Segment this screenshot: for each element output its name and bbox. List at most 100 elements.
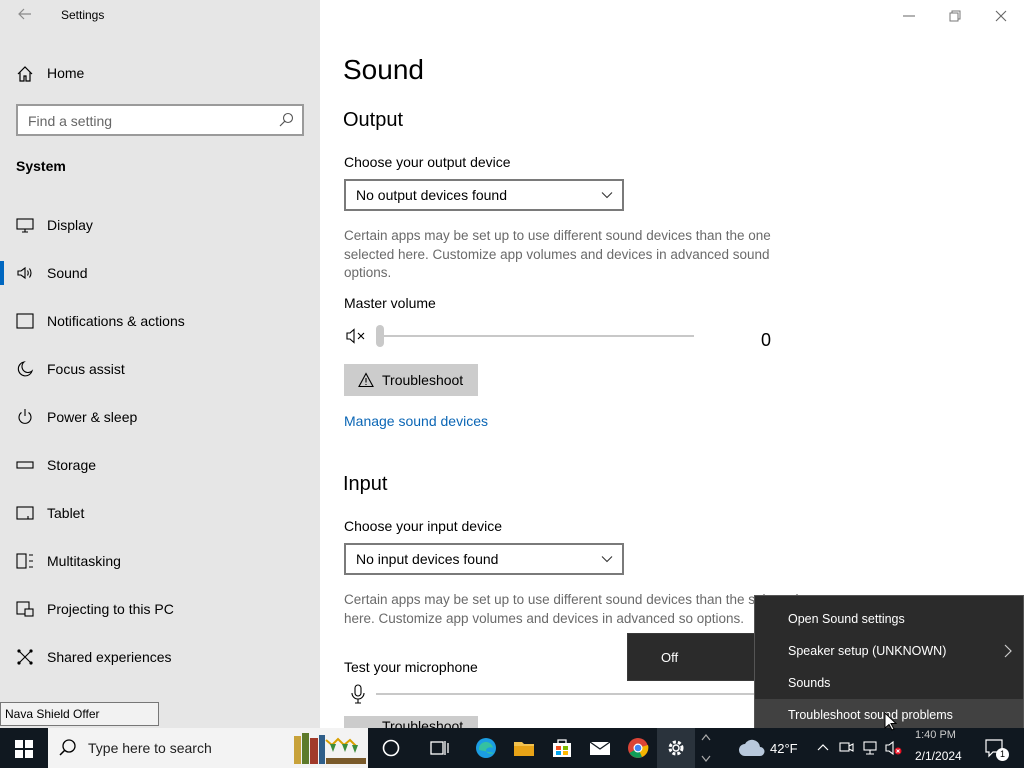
- taskbar-mail[interactable]: [581, 728, 619, 768]
- chevron-down-icon: [601, 192, 613, 199]
- restore-icon: [949, 10, 961, 22]
- taskbar-cortana[interactable]: [372, 728, 410, 768]
- mute-speaker-icon[interactable]: [346, 327, 368, 345]
- microphone-icon: [351, 684, 365, 704]
- restore-button[interactable]: [943, 4, 967, 28]
- taskbar-chrome[interactable]: [619, 728, 657, 768]
- chevron-down-icon: [601, 556, 613, 563]
- menu-item-open-sound-settings[interactable]: Open Sound settings: [755, 603, 1023, 635]
- test-microphone-label: Test your microphone: [344, 659, 478, 675]
- search-icon: [279, 112, 294, 127]
- taskbar-task-view[interactable]: [420, 728, 458, 768]
- multitasking-icon: [16, 553, 33, 569]
- sidebar-item-storage[interactable]: Storage: [0, 443, 320, 487]
- tooltip: Nava Shield Offer: [0, 702, 159, 726]
- overflow-up-icon[interactable]: [700, 730, 712, 766]
- meet-now-icon[interactable]: [838, 740, 854, 756]
- sidebar-item-sound[interactable]: Sound: [0, 251, 320, 295]
- search-placeholder: Find a setting: [28, 113, 113, 129]
- output-description: Certain apps may be set up to use differ…: [344, 228, 771, 280]
- search-input[interactable]: Find a setting: [16, 104, 304, 136]
- books-illustration-icon: [294, 733, 366, 764]
- sidebar-item-label: Power & sleep: [47, 409, 138, 425]
- projecting-icon: [16, 601, 34, 617]
- sidebar-item-label: Storage: [47, 457, 97, 473]
- clock-time: 1:40 PM: [915, 729, 956, 741]
- input-troubleshoot-button[interactable]: Troubleshoot: [344, 716, 478, 728]
- output-device-dropdown[interactable]: No output devices found: [344, 179, 624, 211]
- tablet-icon: [16, 506, 34, 520]
- menu-item-label: Sounds: [788, 676, 831, 690]
- sidebar-item-shared-experiences[interactable]: Shared experiences: [0, 635, 320, 679]
- page-title: Sound: [343, 54, 424, 85]
- sidebar-item-focus-assist[interactable]: Focus assist: [0, 347, 320, 391]
- sidebar-item-label: Notifications & actions: [47, 313, 185, 329]
- sidebar-item-display[interactable]: Display: [0, 203, 320, 247]
- taskbar: Type here to search 42°F 1:40 PM 2/1/202…: [0, 728, 1024, 768]
- task-view-icon: [430, 741, 449, 755]
- manage-sound-devices-link[interactable]: Manage sound devices: [344, 413, 488, 429]
- input-heading: Input: [343, 473, 388, 495]
- moon-icon: [17, 361, 34, 377]
- menu-item-sounds[interactable]: Sounds: [755, 667, 1023, 699]
- master-volume-thumb[interactable]: [376, 325, 384, 347]
- home-label: Home: [47, 65, 85, 81]
- settings-gear-icon: [668, 740, 684, 756]
- shared-experiences-icon: [17, 649, 33, 665]
- chevron-right-icon: [1004, 644, 1012, 658]
- input-device-label: Choose your input device: [344, 518, 502, 534]
- sidebar-item-notifications[interactable]: Notifications & actions: [0, 299, 320, 343]
- troubleshoot-label: Troubleshoot: [382, 718, 464, 728]
- warning-icon: [358, 372, 374, 388]
- sidebar-item-label: Shared experiences: [47, 649, 172, 665]
- off-label: Off: [661, 650, 679, 665]
- chrome-icon: [628, 738, 649, 758]
- taskbar-settings[interactable]: [657, 728, 695, 768]
- off-popup[interactable]: Off: [627, 633, 755, 681]
- menu-item-speaker-setup[interactable]: Speaker setup (UNKNOWN): [755, 635, 1023, 667]
- minimize-button[interactable]: [897, 4, 921, 28]
- input-device-dropdown[interactable]: No input devices found: [344, 543, 624, 575]
- back-arrow-icon[interactable]: [14, 6, 36, 26]
- troubleshoot-label: Troubleshoot: [382, 372, 464, 388]
- master-volume-slider[interactable]: [376, 335, 694, 337]
- menu-item-label: Speaker setup (UNKNOWN): [788, 644, 947, 658]
- sidebar: Settings Home Find a setting System Disp…: [0, 0, 320, 728]
- output-troubleshoot-button[interactable]: Troubleshoot: [344, 364, 478, 396]
- network-icon[interactable]: [862, 740, 878, 756]
- weather-cloud-icon[interactable]: [738, 739, 766, 757]
- start-button[interactable]: [0, 728, 48, 768]
- volume-muted-icon[interactable]: [885, 740, 903, 756]
- sidebar-item-tablet[interactable]: Tablet: [0, 491, 320, 535]
- speaker-icon: [17, 266, 32, 280]
- sidebar-section-title: System: [16, 158, 66, 174]
- minimize-icon: [903, 15, 915, 17]
- home-icon: [17, 66, 33, 82]
- output-device-label: Choose your output device: [344, 154, 511, 170]
- sidebar-item-multitasking[interactable]: Multitasking: [0, 539, 320, 583]
- menu-item-label: Troubleshoot sound problems: [788, 708, 953, 722]
- show-hidden-icons-chevron-icon[interactable]: [816, 741, 830, 755]
- output-heading: Output: [343, 109, 404, 131]
- sidebar-item-label: Projecting to this PC: [47, 601, 174, 617]
- sidebar-item-label: Sound: [47, 265, 88, 281]
- weather-temperature: 42°F: [770, 741, 798, 756]
- close-button[interactable]: [989, 4, 1013, 28]
- sidebar-item-label: Focus assist: [47, 361, 125, 377]
- sidebar-item-label: Display: [47, 217, 93, 233]
- storage-icon: [16, 461, 34, 469]
- search-icon: [59, 739, 76, 756]
- display-icon: [16, 218, 34, 233]
- taskbar-file-explorer[interactable]: [505, 728, 543, 768]
- clock-date[interactable]: 2/1/2024: [915, 749, 962, 763]
- output-device-value: No output devices found: [356, 187, 507, 203]
- notification-count-badge: 1: [996, 748, 1009, 761]
- mail-icon: [589, 741, 611, 755]
- window-title: Settings: [61, 8, 105, 22]
- taskbar-store[interactable]: [543, 728, 581, 768]
- input-description: Certain apps may be set up to use differ…: [344, 592, 799, 626]
- sidebar-item-power-sleep[interactable]: Power & sleep: [0, 395, 320, 439]
- sidebar-item-projecting[interactable]: Projecting to this PC: [0, 587, 320, 631]
- taskbar-edge[interactable]: [467, 728, 505, 768]
- taskbar-search-box[interactable]: Type here to search: [48, 728, 368, 768]
